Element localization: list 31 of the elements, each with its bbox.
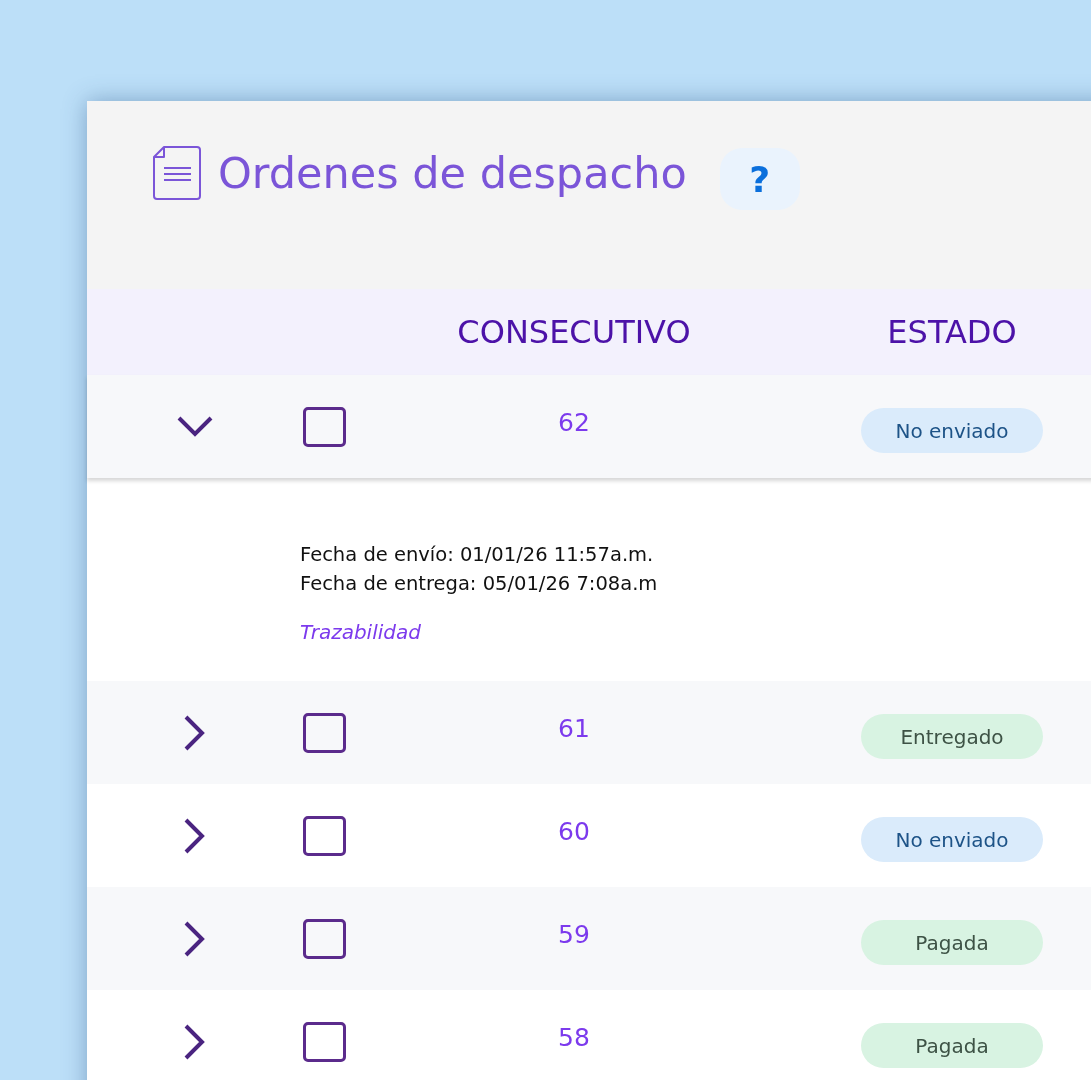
status-badge: No enviado [861, 817, 1043, 862]
table-row[interactable]: 61 Entregado [87, 681, 1091, 784]
checkbox[interactable] [303, 406, 346, 447]
chevron-right-icon[interactable] [184, 817, 206, 854]
status-badge: No enviado [861, 408, 1043, 453]
detail-text: Fecha de entrega: 05/01/26 7:08a.m [300, 571, 658, 597]
chevron-right-icon[interactable] [184, 714, 206, 751]
chevron-right-icon[interactable] [184, 1023, 206, 1060]
table-row[interactable]: 59 Pagada [87, 887, 1091, 990]
column-header: CONSECUTIVO [457, 313, 691, 351]
checkbox[interactable] [303, 918, 346, 959]
page-title: Ordenes de despacho [218, 147, 687, 200]
document-icon [153, 146, 201, 200]
traceability-link[interactable]: Trazabilidad [300, 620, 421, 644]
chevron-down-icon[interactable] [177, 415, 213, 438]
chevron-right-icon[interactable] [184, 920, 206, 957]
order-number: 60 [558, 817, 590, 846]
checkbox[interactable] [303, 712, 346, 753]
detail-text: Fecha de envío: 01/01/26 11:57a.m. [300, 542, 654, 568]
checkbox[interactable] [303, 815, 346, 856]
column-header: ESTADO [887, 313, 1017, 351]
status-badge: Pagada [861, 920, 1043, 965]
order-number: 59 [558, 920, 590, 949]
order-number: 61 [558, 714, 590, 743]
status-badge: Pagada [861, 1023, 1043, 1068]
help-button[interactable]: ? [719, 148, 800, 210]
order-number: 62 [558, 408, 590, 437]
status-badge: Entregado [861, 714, 1043, 759]
checkbox[interactable] [303, 1021, 346, 1062]
order-number: 58 [558, 1023, 590, 1052]
table-row[interactable]: 62 No enviado [87, 375, 1091, 478]
